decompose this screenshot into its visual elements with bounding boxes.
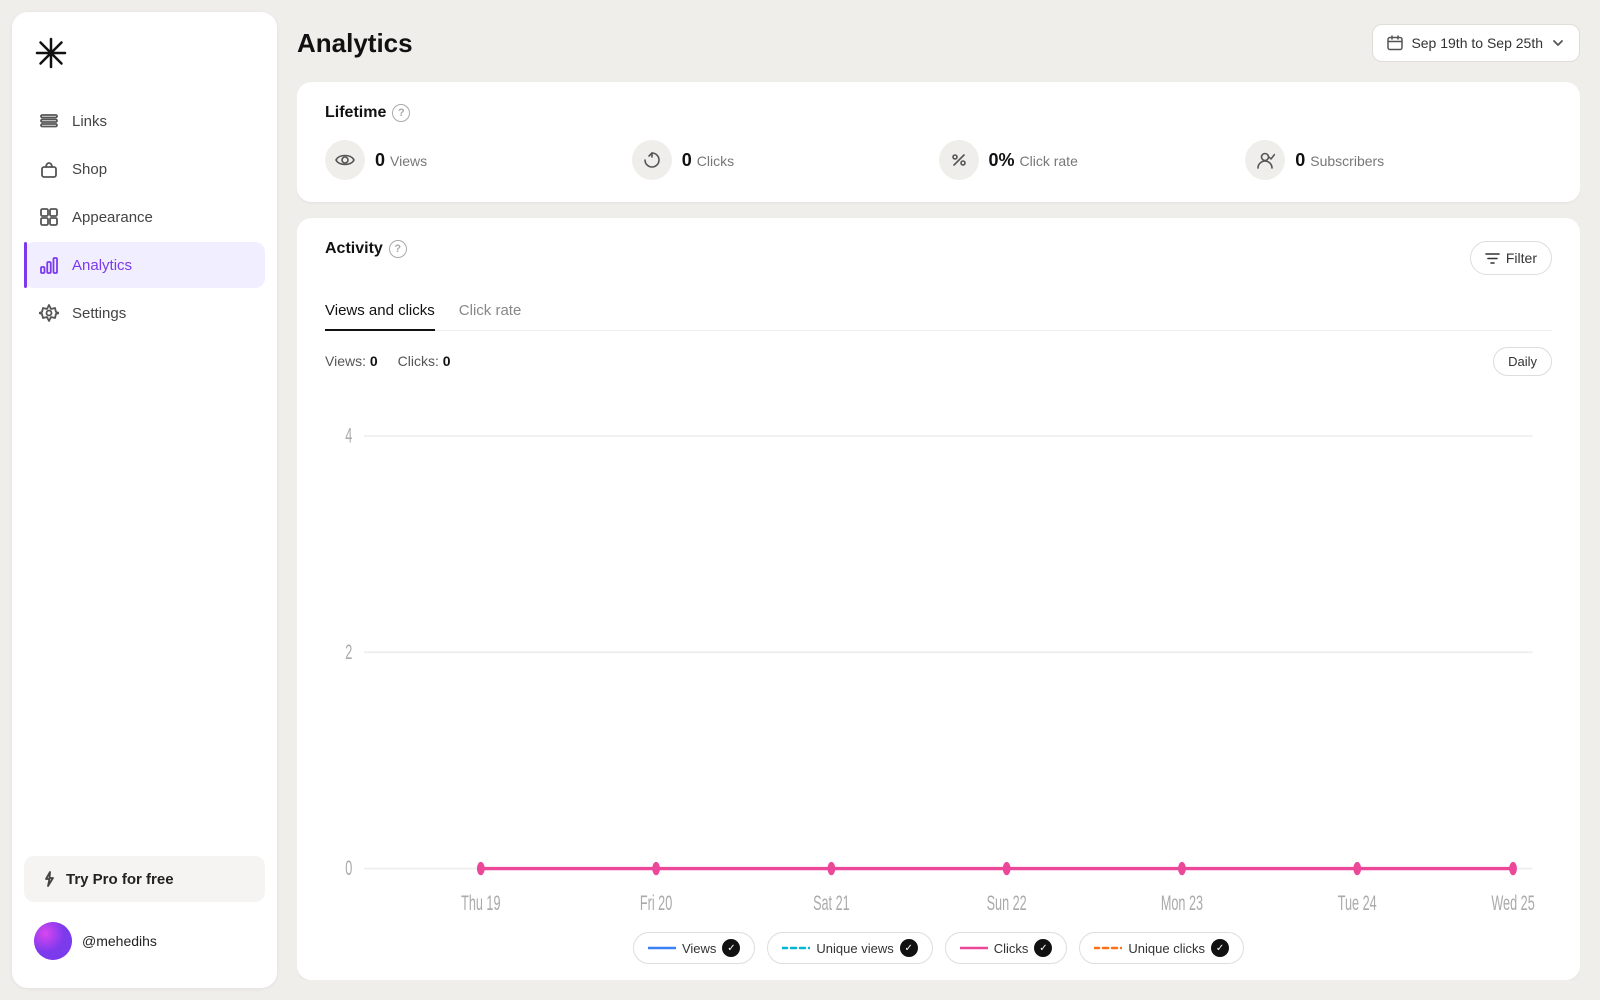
svg-text:2: 2 (345, 639, 352, 663)
calendar-icon (1387, 35, 1403, 51)
svg-text:Mon 23: Mon 23 (1161, 890, 1203, 914)
views-legend-line (648, 943, 676, 953)
subscribers-stat-icon (1245, 140, 1285, 180)
date-range-picker[interactable]: Sep 19th to Sep 25th (1372, 24, 1580, 62)
activity-help-icon[interactable]: ? (389, 240, 407, 258)
main-content: Analytics Sep 19th to Sep 25th Lifetime … (289, 0, 1600, 1000)
activity-chart: 4 2 0 Thu 19 Fri 20 Sat 21 Sun 22 Mon 23… (325, 386, 1552, 919)
activity-card: Activity ? Filter Views and clicks Click… (297, 218, 1580, 980)
legend-unique-clicks-label: Unique clicks (1128, 941, 1205, 956)
lifetime-title: Lifetime ? (325, 104, 1552, 122)
legend-views-label: Views (682, 941, 716, 956)
lifetime-stats: 0 Views 0 (325, 140, 1552, 180)
page-title: Analytics (297, 28, 413, 59)
try-pro-button[interactable]: Try Pro for free (24, 856, 265, 902)
clicks-summary: Clicks: 0 (398, 353, 451, 369)
username: @mehedihs (82, 933, 157, 949)
legend-clicks[interactable]: Clicks ✓ (945, 932, 1068, 964)
sidebar: Links Shop Appearance (12, 12, 277, 988)
svg-text:0: 0 (345, 855, 352, 879)
stat-clicks-text: 0 Clicks (682, 150, 734, 171)
clicks-check: ✓ (1034, 939, 1052, 957)
sidebar-item-label: Analytics (72, 257, 132, 274)
stat-views-text: 0 Views (375, 150, 427, 171)
svg-text:Sun 22: Sun 22 (987, 890, 1027, 914)
unique-views-check: ✓ (900, 939, 918, 957)
shop-icon (38, 158, 60, 180)
views-summary: Views: 0 (325, 353, 378, 369)
stat-clicks: 0 Clicks (632, 140, 939, 180)
sidebar-item-analytics[interactable]: Analytics (24, 242, 265, 288)
chart-summary: Views: 0 Clicks: 0 (325, 353, 451, 369)
activity-header: Activity ? Filter (325, 240, 1552, 276)
sidebar-item-settings[interactable]: Settings (24, 290, 265, 336)
stat-click-rate-text: 0% Click rate (989, 150, 1078, 171)
sidebar-item-shop[interactable]: Shop (24, 146, 265, 192)
sidebar-item-label: Appearance (72, 209, 153, 226)
chart-legend: Views ✓ Unique views ✓ Clicks ✓ (325, 918, 1552, 980)
unique-clicks-legend-line (1094, 943, 1122, 953)
links-icon (38, 110, 60, 132)
stat-subscribers: 0 Subscribers (1245, 140, 1552, 180)
avatar (34, 922, 72, 960)
daily-button[interactable]: Daily (1493, 347, 1552, 376)
legend-unique-views[interactable]: Unique views ✓ (767, 932, 932, 964)
app-logo (30, 32, 72, 74)
try-pro-label: Try Pro for free (66, 871, 174, 888)
svg-text:Fri 20: Fri 20 (640, 890, 672, 914)
sidebar-item-links[interactable]: Links (24, 98, 265, 144)
filter-button[interactable]: Filter (1470, 241, 1552, 275)
clicks-legend-line (960, 943, 988, 953)
lightning-icon (40, 870, 58, 888)
chart-controls: Views: 0 Clicks: 0 Daily (325, 347, 1552, 376)
views-check: ✓ (722, 939, 740, 957)
stat-views: 0 Views (325, 140, 632, 180)
activity-tabs: Views and clicks Click rate (325, 292, 1552, 331)
svg-text:Sat 21: Sat 21 (813, 890, 850, 914)
stat-subscribers-text: 0 Subscribers (1295, 150, 1384, 171)
svg-text:Thu 19: Thu 19 (461, 890, 501, 914)
appearance-icon (38, 206, 60, 228)
views-stat-icon (325, 140, 365, 180)
chevron-down-icon (1551, 36, 1565, 50)
lifetime-help-icon[interactable]: ? (392, 104, 410, 122)
svg-text:Tue 24: Tue 24 (1338, 890, 1377, 914)
legend-unique-views-label: Unique views (816, 941, 893, 956)
legend-unique-clicks[interactable]: Unique clicks ✓ (1079, 932, 1244, 964)
sidebar-item-appearance[interactable]: Appearance (24, 194, 265, 240)
sidebar-item-label: Links (72, 113, 107, 130)
lifetime-card: Lifetime ? 0 Views (297, 82, 1580, 202)
sidebar-nav: Links Shop Appearance (24, 98, 265, 338)
tab-views-clicks[interactable]: Views and clicks (325, 292, 435, 331)
svg-text:Wed 25: Wed 25 (1491, 890, 1534, 914)
filter-icon (1485, 251, 1500, 266)
sidebar-item-label: Settings (72, 305, 126, 322)
page-header: Analytics Sep 19th to Sep 25th (297, 20, 1580, 82)
user-profile[interactable]: @mehedihs (24, 914, 265, 968)
date-range-label: Sep 19th to Sep 25th (1411, 35, 1543, 51)
analytics-icon (38, 254, 60, 276)
settings-icon (38, 302, 60, 324)
unique-clicks-check: ✓ (1211, 939, 1229, 957)
chart-area: 4 2 0 Thu 19 Fri 20 Sat 21 Sun 22 Mon 23… (325, 386, 1552, 919)
activity-title: Activity ? (325, 240, 407, 258)
svg-text:4: 4 (345, 423, 352, 447)
click-rate-stat-icon (939, 140, 979, 180)
legend-clicks-label: Clicks (994, 941, 1029, 956)
unique-views-legend-line (782, 943, 810, 953)
clicks-stat-icon (632, 140, 672, 180)
tab-click-rate[interactable]: Click rate (459, 292, 522, 331)
stat-click-rate: 0% Click rate (939, 140, 1246, 180)
legend-views[interactable]: Views ✓ (633, 932, 755, 964)
sidebar-item-label: Shop (72, 161, 107, 178)
